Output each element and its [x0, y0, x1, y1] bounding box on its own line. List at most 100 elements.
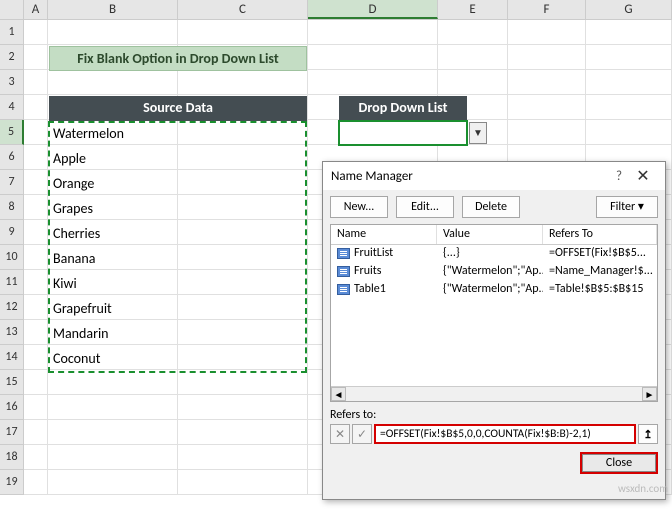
cell[interactable]: [178, 70, 308, 95]
cell[interactable]: [178, 470, 308, 495]
row-header-3[interactable]: 3: [0, 70, 24, 95]
name-list[interactable]: Name Value Refers To FruitList{...}=OFFS…: [330, 224, 658, 402]
cell[interactable]: [178, 370, 308, 395]
row-header-7[interactable]: 7: [0, 170, 24, 195]
accept-edit-icon[interactable]: ✓: [352, 424, 372, 444]
row-header-8[interactable]: 8: [0, 195, 24, 220]
cell[interactable]: [586, 95, 672, 120]
cell[interactable]: [48, 395, 178, 420]
cell[interactable]: [24, 20, 48, 45]
cell[interactable]: [438, 20, 508, 45]
cell[interactable]: [48, 370, 178, 395]
col-header-a[interactable]: A: [24, 0, 48, 19]
scroll-left-icon[interactable]: ◄: [331, 387, 346, 401]
cell[interactable]: [308, 20, 438, 45]
source-item[interactable]: Banana: [53, 246, 303, 271]
select-all-corner[interactable]: [0, 0, 24, 19]
cell[interactable]: [508, 120, 586, 145]
new-button[interactable]: New...: [330, 196, 388, 218]
col-header-e[interactable]: E: [438, 0, 508, 19]
row-header-16[interactable]: 16: [0, 395, 24, 420]
row-header-5[interactable]: 5: [0, 120, 24, 145]
col-header-g[interactable]: G: [586, 0, 672, 19]
cell[interactable]: [24, 395, 48, 420]
cell[interactable]: [508, 45, 586, 70]
cell[interactable]: [586, 45, 672, 70]
cell[interactable]: [24, 420, 48, 445]
row-header-1[interactable]: 1: [0, 20, 24, 45]
delete-button[interactable]: Delete: [462, 196, 520, 218]
row-header-12[interactable]: 12: [0, 295, 24, 320]
name-entry[interactable]: FruitList{...}=OFFSET(Fix!$B$5...: [331, 245, 657, 263]
cell[interactable]: [24, 145, 48, 170]
cell[interactable]: [178, 395, 308, 420]
cancel-edit-icon[interactable]: ✕: [330, 424, 350, 444]
cell[interactable]: [24, 45, 48, 70]
scroll-right-icon[interactable]: ►: [642, 387, 657, 401]
col-header-b[interactable]: B: [48, 0, 178, 19]
cell[interactable]: [24, 320, 48, 345]
help-icon[interactable]: ?: [609, 169, 629, 184]
cell[interactable]: [24, 345, 48, 370]
cell[interactable]: [24, 120, 48, 145]
source-item[interactable]: Apple: [53, 146, 303, 171]
cell[interactable]: [48, 70, 178, 95]
cell[interactable]: [438, 45, 508, 70]
cell[interactable]: [178, 445, 308, 470]
source-item[interactable]: Mandarin: [53, 321, 303, 346]
dialog-titlebar[interactable]: Name Manager ? ✕: [323, 162, 665, 190]
source-item[interactable]: Orange: [53, 171, 303, 196]
cell[interactable]: [24, 245, 48, 270]
cell[interactable]: [24, 170, 48, 195]
cell[interactable]: [508, 20, 586, 45]
row-header-15[interactable]: 15: [0, 370, 24, 395]
cell[interactable]: [24, 195, 48, 220]
row-header-2[interactable]: 2: [0, 45, 24, 70]
dropdown-arrow-icon[interactable]: ▼: [469, 122, 487, 144]
cell[interactable]: [308, 45, 438, 70]
cell[interactable]: [24, 270, 48, 295]
source-item[interactable]: Kiwi: [53, 271, 303, 296]
cell[interactable]: [24, 95, 48, 120]
source-item[interactable]: Grapes: [53, 196, 303, 221]
cell[interactable]: [24, 220, 48, 245]
col-value[interactable]: Value: [437, 225, 543, 244]
name-entry[interactable]: Table1{"Watermelon";"Ap...=Table!$B$5:$B…: [331, 281, 657, 299]
source-item[interactable]: Coconut: [53, 346, 303, 371]
cell[interactable]: [508, 95, 586, 120]
row-header-9[interactable]: 9: [0, 220, 24, 245]
col-name[interactable]: Name: [331, 225, 437, 244]
cell[interactable]: [308, 70, 438, 95]
name-entry[interactable]: Fruits{"Watermelon";"Ap...=Name_Manager!…: [331, 263, 657, 281]
cell[interactable]: [24, 470, 48, 495]
cell[interactable]: [178, 420, 308, 445]
cell[interactable]: [24, 70, 48, 95]
close-button[interactable]: Close: [580, 452, 658, 474]
row-header-17[interactable]: 17: [0, 420, 24, 445]
row-header-10[interactable]: 10: [0, 245, 24, 270]
cell[interactable]: [48, 20, 178, 45]
source-item[interactable]: Watermelon: [53, 121, 303, 146]
source-item[interactable]: Grapefruit: [53, 296, 303, 321]
col-refers[interactable]: Refers To: [543, 225, 657, 244]
cell[interactable]: [48, 470, 178, 495]
cell[interactable]: [178, 20, 308, 45]
col-header-c[interactable]: C: [178, 0, 308, 19]
row-header-13[interactable]: 13: [0, 320, 24, 345]
cell[interactable]: [586, 20, 672, 45]
refers-to-input[interactable]: =OFFSET(Fix!$B$5,0,0,COUNTA(Fix!$B:B)-2,…: [374, 424, 636, 444]
edit-button[interactable]: Edit...: [396, 196, 454, 218]
filter-button[interactable]: Filter ▾: [596, 196, 658, 218]
row-header-11[interactable]: 11: [0, 270, 24, 295]
active-cell-d5[interactable]: [338, 120, 468, 146]
cell[interactable]: [586, 70, 672, 95]
cell[interactable]: [438, 70, 508, 95]
col-header-f[interactable]: F: [508, 0, 586, 19]
cell[interactable]: [48, 420, 178, 445]
horizontal-scrollbar[interactable]: ◄ ►: [331, 386, 657, 401]
row-header-18[interactable]: 18: [0, 445, 24, 470]
row-header-14[interactable]: 14: [0, 345, 24, 370]
row-header-6[interactable]: 6: [0, 145, 24, 170]
collapse-dialog-icon[interactable]: ↥: [638, 424, 658, 444]
row-header-19[interactable]: 19: [0, 470, 24, 495]
